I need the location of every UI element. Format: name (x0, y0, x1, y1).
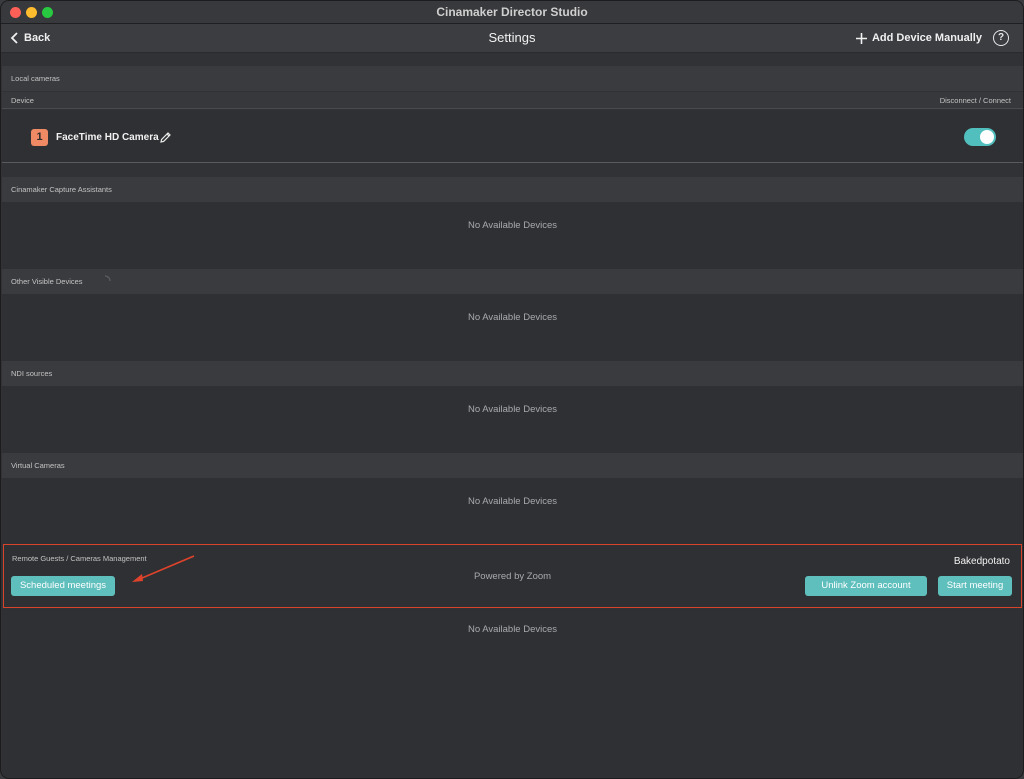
window-maximize-button[interactable] (42, 7, 53, 18)
column-header-row: Device Disconnect / Connect (2, 92, 1023, 109)
title-bar: Cinamaker Director Studio (1, 1, 1023, 24)
window-close-button[interactable] (10, 7, 21, 18)
unlink-zoom-account-button[interactable]: Unlink Zoom account (805, 576, 927, 596)
column-connect-label: Disconnect / Connect (939, 96, 1011, 105)
column-device-label: Device (11, 96, 34, 105)
camera-index-badge: 1 (31, 129, 48, 146)
help-icon[interactable]: ? (993, 30, 1009, 46)
app-window: Cinamaker Director Studio Back Settings … (0, 0, 1024, 779)
loading-spinner-icon (104, 275, 111, 282)
section-header-local-cameras: Local cameras (2, 66, 1023, 91)
other-devices-title: Other Visible Devices (11, 277, 83, 286)
remote-guests-empty: No Available Devices (2, 609, 1023, 778)
ndi-sources-empty: No Available Devices (2, 386, 1023, 453)
toolbar: Back Settings Add Device Manually ? (1, 24, 1023, 53)
virtual-cameras-empty: No Available Devices (2, 478, 1023, 544)
add-device-manually-button[interactable]: Add Device Manually (855, 24, 982, 52)
annotation-arrow-icon (132, 555, 195, 582)
camera-name: FaceTime HD Camera (56, 132, 159, 143)
plus-icon (855, 32, 867, 44)
section-header-ndi-sources: NDI sources (2, 361, 1023, 386)
other-devices-empty: No Available Devices (2, 294, 1023, 361)
window-title: Cinamaker Director Studio (436, 5, 588, 19)
section-header-virtual-cameras: Virtual Cameras (2, 453, 1023, 478)
section-header-capture-assistants: Cinamaker Capture Assistants (2, 177, 1023, 202)
camera-row: 1 FaceTime HD Camera (2, 110, 1023, 163)
zoom-username: Bakedpotato (953, 556, 1010, 567)
capture-assistants-empty: No Available Devices (2, 202, 1023, 269)
toggle-knob (980, 130, 994, 144)
start-meeting-button[interactable]: Start meeting (938, 576, 1012, 596)
camera-connect-toggle[interactable] (964, 128, 996, 146)
pencil-icon[interactable] (159, 131, 172, 144)
remote-guests-title: Remote Guests / Cameras Management (12, 554, 147, 563)
section-header-other-devices: Other Visible Devices (2, 269, 1023, 294)
window-minimize-button[interactable] (26, 7, 37, 18)
add-device-label: Add Device Manually (871, 32, 982, 44)
